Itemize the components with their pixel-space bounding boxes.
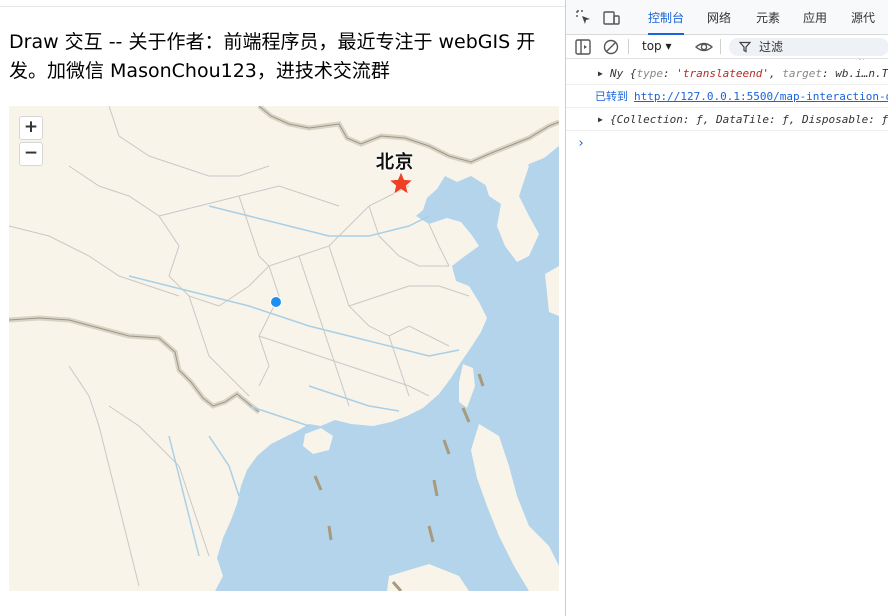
land-korea bbox=[479, 156, 539, 262]
map-basemap bbox=[9, 106, 559, 591]
zoom-out-button[interactable]: − bbox=[19, 142, 43, 166]
inspect-element-icon[interactable] bbox=[575, 9, 593, 27]
web-page: Draw 交互 -- 关于作者：前端程序员，最近专注于 webGIS 开发。加微… bbox=[0, 0, 565, 616]
land-taiwan bbox=[459, 364, 475, 408]
tab-elements[interactable]: 元素 bbox=[756, 0, 780, 35]
sidebar-toggle-icon[interactable] bbox=[574, 38, 592, 56]
tab-application[interactable]: 应用 bbox=[803, 0, 827, 35]
object-type: Ny bbox=[610, 67, 624, 80]
context-selector[interactable]: top ▾ bbox=[642, 39, 672, 53]
toolbar-separator bbox=[720, 39, 721, 54]
map-viewport[interactable]: + − 北京 bbox=[9, 106, 559, 591]
land-mainland bbox=[9, 106, 559, 591]
console-toolbar: top ▾ 过滤 bbox=[566, 35, 888, 59]
clear-console-icon[interactable] bbox=[602, 38, 620, 56]
object-key: target bbox=[782, 67, 822, 80]
console-navigation-line: 已转到 http://127.0.0.1:5500/map-interactio… bbox=[566, 86, 888, 108]
land-hainan bbox=[303, 428, 333, 454]
tab-console[interactable]: 控制台 bbox=[648, 0, 685, 35]
object-key: type bbox=[636, 67, 664, 80]
screen: Draw 交互 -- 关于作者：前端程序员，最近专注于 webGIS 开发。加微… bbox=[0, 0, 888, 616]
filter-placeholder: 过滤 bbox=[759, 40, 784, 54]
log-object-preview: Ny {type: 'translateend', target: wb.i…n… bbox=[610, 67, 888, 80]
device-toolbar-icon[interactable] bbox=[602, 9, 620, 27]
eye-icon[interactable] bbox=[695, 38, 713, 56]
zoom-in-button[interactable]: + bbox=[19, 116, 43, 140]
land-philippines bbox=[471, 424, 559, 591]
devtools-panel: 控制台 网络 元素 应用 源代码/ top ▾ bbox=[565, 0, 888, 616]
expand-triangle-icon[interactable]: ▶ bbox=[598, 63, 603, 84]
tab-sources[interactable]: 源代码/ bbox=[851, 0, 888, 61]
devtools-tabbar: 控制台 网络 元素 应用 源代码/ bbox=[566, 0, 888, 61]
log-object-preview: {Collection: ƒ, DataTile: ƒ, Disposable:… bbox=[610, 113, 888, 126]
expand-triangle-icon[interactable]: ▶ bbox=[598, 109, 603, 130]
console-log-line[interactable]: ▶ Ny {type: 'translateend', target: wb.i… bbox=[566, 63, 888, 85]
navigated-label: 已转到 bbox=[595, 90, 628, 103]
page-top-border bbox=[0, 0, 565, 7]
console-prompt[interactable]: › bbox=[577, 136, 585, 151]
filter-icon bbox=[739, 41, 751, 53]
page-title: Draw 交互 -- 关于作者：前端程序员，最近专注于 webGIS 开发。加微… bbox=[9, 31, 536, 82]
zoom-control: + − bbox=[19, 116, 43, 166]
object-value: 'translateend' bbox=[676, 67, 769, 80]
object-value: wb.i…n.T bbox=[835, 67, 888, 80]
navigated-url-link[interactable]: http://127.0.0.1:5500/map-interaction-d bbox=[634, 86, 888, 107]
draw-point-marker bbox=[270, 296, 282, 308]
filter-input[interactable]: 过滤 bbox=[729, 38, 888, 56]
land-japan bbox=[545, 266, 559, 316]
toolbar-separator bbox=[628, 39, 629, 54]
console-log-line[interactable]: ▶ {Collection: ƒ, DataTile: ƒ, Disposabl… bbox=[566, 109, 888, 131]
beijing-label: 北京 bbox=[376, 152, 414, 173]
tab-network[interactable]: 网络 bbox=[707, 0, 731, 35]
